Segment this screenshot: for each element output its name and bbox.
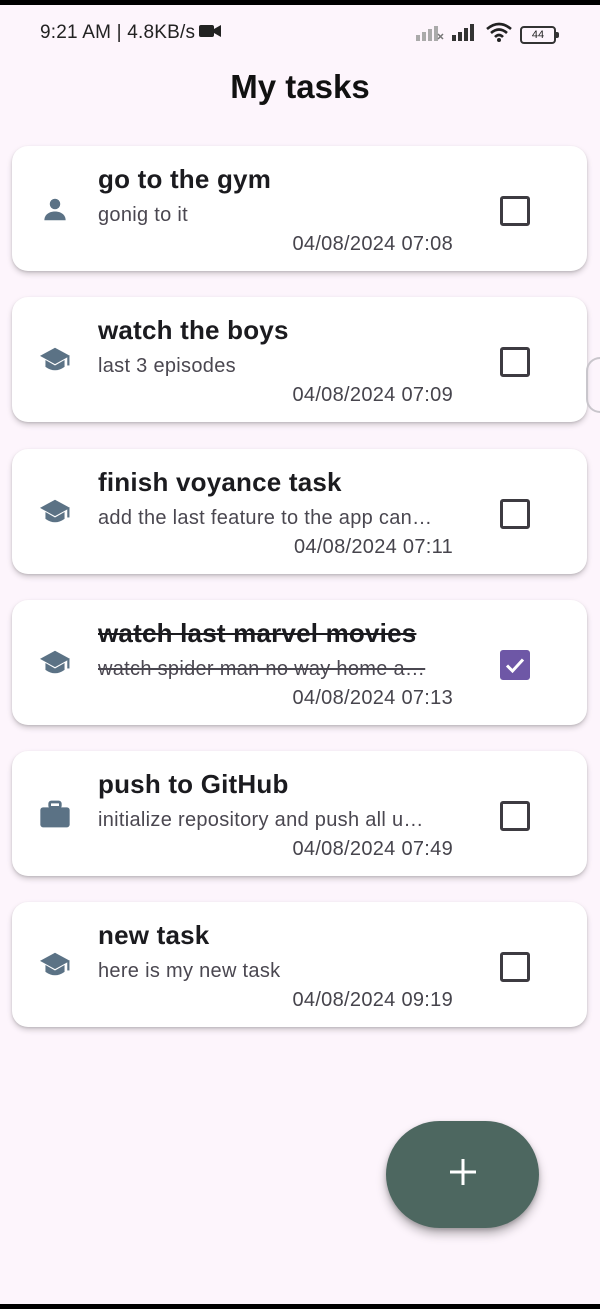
task-title: go to the gym (98, 164, 272, 194)
plus-icon (448, 1157, 478, 1192)
task-checkbox[interactable] (500, 499, 530, 529)
task-date: 04/08/2024 09:19 (292, 989, 453, 1011)
status-left: 9:21 AM | 4.8KB/s (40, 22, 222, 44)
task-card[interactable]: push to GitHub initialize repository and … (12, 751, 587, 876)
task-date: 04/08/2024 07:13 (292, 687, 453, 709)
battery-icon: 44 (520, 25, 559, 44)
task-card[interactable]: watch the boys last 3 episodes 04/08/2024 … (12, 297, 587, 422)
task-card[interactable]: finish voyance task add the last feature … (12, 449, 587, 574)
task-title: new task (98, 920, 210, 950)
task-checkbox[interactable] (500, 650, 530, 680)
page-title: My tasks (230, 68, 370, 105)
task-checkbox[interactable] (500, 196, 530, 226)
task-card[interactable]: go to the gym gonig to it 04/08/2024 07:08 (12, 146, 587, 271)
add-task-button[interactable] (386, 1121, 539, 1228)
task-description: last 3 episodes (98, 355, 236, 377)
task-date: 04/08/2024 07:49 (292, 838, 453, 860)
task-checkbox[interactable] (500, 347, 530, 377)
task-description: gonig to it (98, 204, 189, 226)
task-title: finish voyance task (98, 467, 342, 497)
person-icon (38, 192, 72, 226)
task-description: here is my new task (98, 960, 281, 982)
task-date: 04/08/2024 07:11 (293, 536, 453, 558)
task-checkbox[interactable] (500, 801, 530, 831)
task-title: watch last marvel movies (98, 618, 417, 648)
status-time: 9:21 AM | 4.8KB/s (40, 22, 196, 43)
task-description: initialize repository and push all u… (98, 809, 424, 831)
school-icon (38, 948, 72, 982)
task-description: add the last feature to the app can… (98, 507, 433, 529)
task-date: 04/08/2024 07:08 (292, 233, 453, 255)
briefcase-icon (38, 797, 72, 831)
bottom-edge (0, 1304, 600, 1309)
scroll-handle[interactable] (586, 357, 600, 413)
signal-icon (452, 23, 478, 46)
task-card[interactable]: watch last marvel movies watch spider man… (12, 600, 587, 725)
check-icon (505, 658, 525, 674)
school-icon (38, 343, 72, 377)
task-title: watch the boys (98, 315, 289, 345)
task-date: 04/08/2024 07:09 (292, 384, 453, 406)
task-description: watch spider man no way home a… (98, 658, 426, 680)
task-checkbox[interactable] (500, 952, 530, 982)
task-card[interactable]: new task here is my new task 04/08/2024 09… (12, 902, 587, 1027)
task-title: push to GitHub (98, 769, 289, 799)
status-right: 44 (416, 22, 559, 47)
video-camera-icon (199, 22, 222, 44)
school-icon (38, 495, 72, 529)
school-icon (38, 646, 72, 680)
wifi-icon (486, 22, 512, 47)
signal-weak-icon (416, 23, 444, 46)
top-edge (0, 0, 600, 5)
status-bar: 9:21 AM | 4.8KB/s 44 (0, 12, 600, 52)
